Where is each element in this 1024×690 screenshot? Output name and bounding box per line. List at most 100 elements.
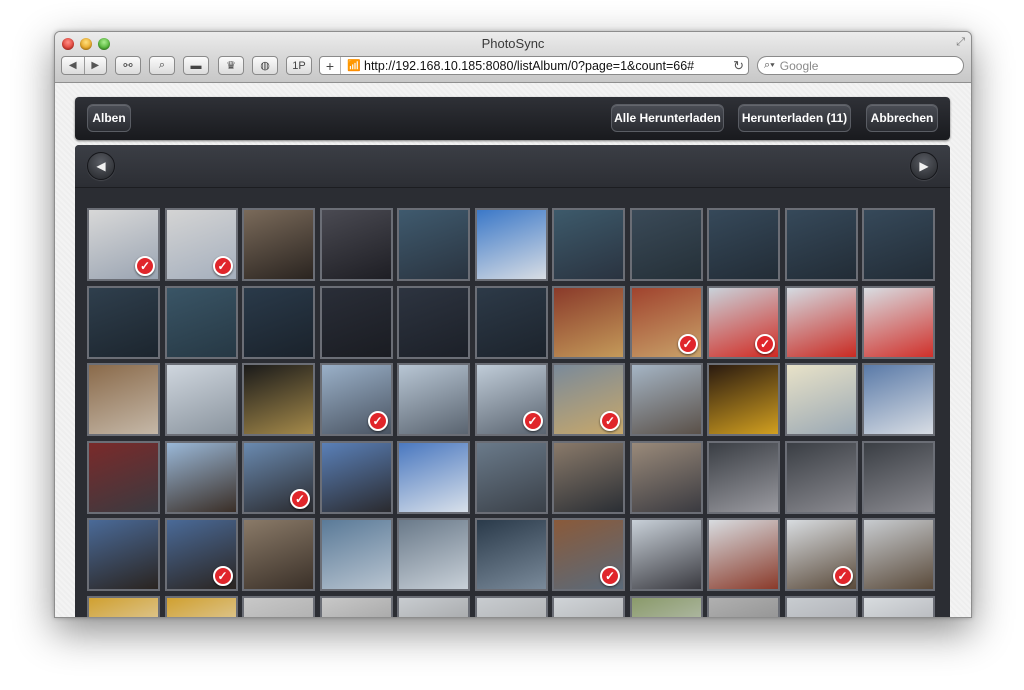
reader-glasses-button[interactable]: ⚯ — [115, 56, 141, 75]
reload-icon[interactable]: ↻ — [733, 58, 744, 74]
photo-thumbnail[interactable]: ✓ — [319, 363, 393, 436]
photo-thumbnail[interactable] — [784, 363, 858, 436]
photo-thumbnail[interactable] — [319, 208, 393, 281]
address-bar[interactable]: + 📶 http://192.168.10.185:8080/listAlbum… — [319, 56, 749, 75]
add-bookmark-icon[interactable]: + — [320, 57, 341, 74]
photo-thumbnail[interactable] — [707, 208, 780, 281]
photo-thumbnail[interactable] — [862, 440, 935, 514]
photo-thumbnail[interactable] — [397, 208, 470, 281]
selected-check-icon: ✓ — [290, 488, 310, 509]
photo-thumbnail[interactable]: ✓ — [552, 363, 625, 436]
photo-thumbnail[interactable] — [784, 285, 858, 359]
photo-panel: ◀ ▶ ✓ ✓ ✓ ✓ ✓ ✓ ✓ ✓ ✓ ✓ ✓ — [75, 145, 950, 617]
photo-thumbnail[interactable]: ✓ — [87, 208, 160, 281]
photo-thumbnail[interactable]: ✓ — [242, 440, 315, 514]
photo-thumbnail[interactable] — [87, 363, 160, 436]
photo-thumbnail[interactable] — [319, 518, 393, 591]
selected-check-icon: ✓ — [522, 411, 543, 431]
search-icon: ⌕▾ — [764, 59, 775, 71]
photo-thumbnail[interactable] — [862, 363, 935, 436]
download-selected-button[interactable]: Herunterladen (11) — [738, 104, 851, 132]
photo-thumbnail[interactable]: ✓ — [552, 518, 625, 591]
photo-thumbnail[interactable] — [242, 363, 315, 436]
photo-thumbnail[interactable] — [87, 440, 160, 514]
photo-thumbnail[interactable] — [552, 285, 625, 359]
search-tool-button[interactable]: ⌕ — [149, 56, 175, 75]
search-field[interactable]: ⌕▾ Google — [757, 56, 964, 75]
photo-thumbnail[interactable] — [707, 363, 780, 436]
photo-thumbnail[interactable] — [629, 595, 703, 617]
download-all-button[interactable]: Alle Herunterladen — [611, 104, 724, 132]
photo-thumbnail[interactable] — [707, 440, 780, 514]
albums-button[interactable]: Alben — [87, 104, 131, 132]
selected-check-icon: ✓ — [832, 566, 853, 586]
photo-thumbnail[interactable] — [862, 285, 935, 359]
photo-thumbnail[interactable] — [397, 440, 470, 514]
selected-check-icon: ✓ — [600, 411, 620, 431]
photo-thumbnail[interactable] — [87, 518, 160, 591]
previous-page-button[interactable]: ◀ — [87, 152, 115, 180]
selected-check-icon: ✓ — [367, 411, 388, 431]
photo-thumbnail[interactable] — [862, 208, 935, 281]
photo-thumbnail[interactable] — [784, 208, 858, 281]
photo-thumbnail[interactable] — [319, 595, 393, 617]
photo-thumbnail[interactable] — [242, 518, 315, 591]
photo-thumbnail[interactable] — [164, 363, 238, 436]
photo-thumbnail[interactable] — [397, 595, 470, 617]
crown-extension-button[interactable]: ♛ — [218, 56, 244, 75]
photo-thumbnail[interactable] — [629, 363, 703, 436]
photo-thumbnail[interactable] — [862, 595, 935, 617]
photo-thumbnail[interactable] — [87, 285, 160, 359]
photo-thumbnail[interactable] — [552, 595, 625, 617]
photo-thumbnail[interactable] — [474, 595, 548, 617]
back-arrow-icon[interactable]: ◀ — [62, 57, 85, 74]
photo-thumbnail[interactable] — [242, 595, 315, 617]
next-page-button[interactable]: ▶ — [910, 152, 938, 180]
photo-thumbnail[interactable] — [862, 518, 935, 591]
photo-thumbnail[interactable] — [164, 440, 238, 514]
tab-view-button[interactable]: ▬ — [183, 56, 209, 75]
photo-thumbnail[interactable] — [474, 285, 548, 359]
forward-arrow-icon[interactable]: ▶ — [85, 57, 107, 74]
photo-thumbnail[interactable]: ✓ — [629, 285, 703, 359]
photo-thumbnail[interactable] — [552, 440, 625, 514]
photo-thumbnail[interactable]: ✓ — [784, 518, 858, 591]
photo-thumbnail[interactable] — [784, 440, 858, 514]
photo-thumbnail[interactable] — [474, 440, 548, 514]
onepassword-button[interactable]: 1P — [286, 56, 312, 75]
selected-check-icon: ✓ — [755, 333, 775, 354]
cancel-button[interactable]: Abbrechen — [866, 104, 938, 132]
photo-thumbnail[interactable] — [242, 208, 315, 281]
photo-thumbnail[interactable] — [397, 518, 470, 591]
photo-thumbnail[interactable] — [319, 285, 393, 359]
photo-thumbnail[interactable] — [164, 595, 238, 617]
photo-thumbnail[interactable] — [87, 595, 160, 617]
photo-thumbnail[interactable] — [242, 285, 315, 359]
url-text[interactable]: http://192.168.10.185:8080/listAlbum/0?p… — [364, 59, 694, 73]
photo-thumbnail[interactable]: ✓ — [707, 285, 780, 359]
photo-thumbnail[interactable]: ✓ — [164, 518, 238, 591]
photo-thumbnail[interactable] — [397, 363, 470, 436]
fullscreen-icon[interactable]: ⤢ — [956, 36, 965, 49]
clip-extension-button[interactable]: ◍ — [252, 56, 278, 75]
photo-thumbnail[interactable] — [707, 518, 780, 591]
pagination-bar: ◀ ▶ — [75, 145, 950, 188]
page-content: Alben Alle Herunterladen Herunterladen (… — [55, 83, 971, 617]
photo-thumbnail[interactable] — [784, 595, 858, 617]
photo-thumbnail[interactable] — [164, 285, 238, 359]
selected-check-icon: ✓ — [212, 256, 233, 276]
selected-check-icon: ✓ — [677, 333, 698, 354]
photo-thumbnail[interactable]: ✓ — [164, 208, 238, 281]
photo-thumbnail[interactable] — [397, 285, 470, 359]
title-bar: PhotoSync ⤢ ◀ ▶ ⚯ ⌕ ▬ ♛ ◍ 1P + 📶 http://192.1… — [55, 32, 971, 83]
nav-buttons: ◀ ▶ — [61, 56, 107, 75]
photo-thumbnail[interactable] — [474, 518, 548, 591]
photo-thumbnail[interactable] — [552, 208, 625, 281]
photo-thumbnail[interactable] — [629, 208, 703, 281]
photo-thumbnail[interactable] — [474, 208, 548, 281]
photo-thumbnail[interactable] — [629, 518, 703, 591]
photo-thumbnail[interactable] — [707, 595, 780, 617]
photo-thumbnail[interactable] — [319, 440, 393, 514]
photo-thumbnail[interactable] — [629, 440, 703, 514]
photo-thumbnail[interactable]: ✓ — [474, 363, 548, 436]
